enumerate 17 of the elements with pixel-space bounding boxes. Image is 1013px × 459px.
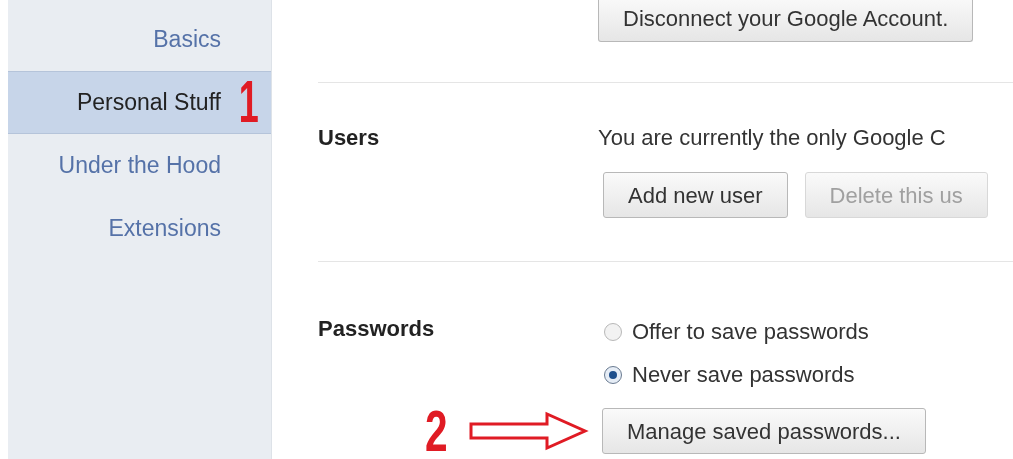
sidebar-item[interactable]: Personal Stuff 1 — [8, 71, 271, 134]
arrow-icon — [469, 411, 589, 451]
radio-button[interactable] — [604, 322, 622, 341]
section-label: Passwords — [318, 315, 436, 343]
section-text: You are currently the only Google C — [598, 124, 947, 152]
button[interactable]: Disconnect your Google Account. — [598, 0, 974, 42]
sidebar-item[interactable]: Extensions — [8, 197, 271, 260]
radio-button[interactable] — [604, 365, 622, 384]
radio-option[interactable]: Offer to save passwords — [604, 310, 869, 353]
button[interactable]: Manage saved passwords... — [602, 408, 926, 454]
sidebar-item[interactable]: Basics — [8, 8, 271, 71]
annotation-number: 1 — [238, 72, 259, 132]
annotation-number: 2 — [425, 406, 449, 456]
section-label: Users — [318, 124, 381, 152]
button[interactable]: Add new user — [603, 172, 788, 218]
radio-option[interactable]: Never save passwords — [604, 353, 869, 396]
sidebar-item[interactable]: Under the Hood — [8, 134, 271, 197]
